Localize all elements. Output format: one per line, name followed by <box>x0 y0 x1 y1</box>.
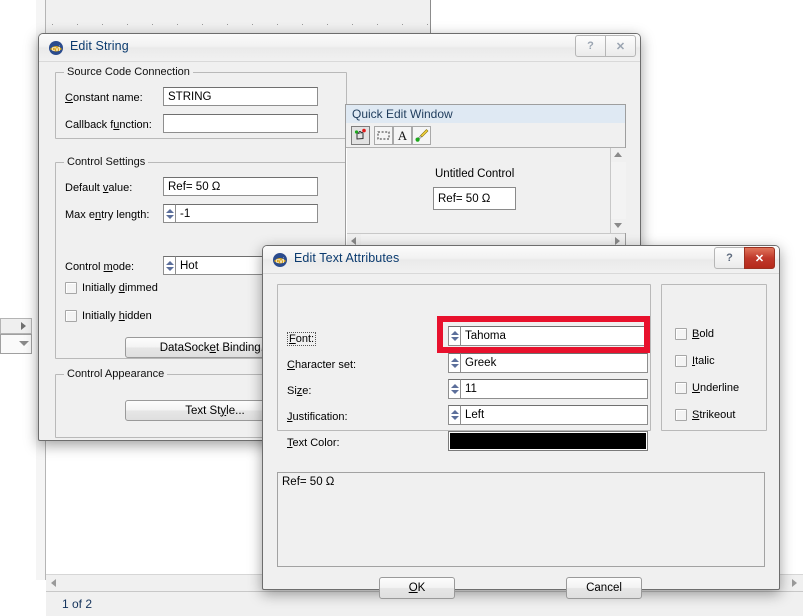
edit-string-titlebar[interactable]: cvi Edit String ? ✕ <box>39 34 640 62</box>
quick-edit-window[interactable]: Quick Edit Window A Untitled Control Ref… <box>345 104 626 252</box>
underline-checkbox[interactable]: Underline <box>675 382 739 394</box>
control-mode-label: Control mode: <box>65 261 135 273</box>
italic-label: Italic <box>692 355 715 367</box>
cvi-app-icon: cvi <box>272 252 288 268</box>
edit-string-title: Edit String <box>70 39 129 53</box>
italic-checkbox[interactable]: Italic <box>675 355 715 367</box>
checkbox-box <box>65 282 77 294</box>
constant-name-label: Constant name: <box>65 92 143 104</box>
size-label: Size: <box>287 385 312 397</box>
initially-dimmed-checkbox[interactable]: Initially dimmed <box>65 282 158 294</box>
status-bar-text: 1 of 2 <box>62 597 93 611</box>
untitled-control-label: Untitled Control <box>435 168 515 180</box>
edit-string-title-buttons[interactable]: ? ✕ <box>575 35 636 57</box>
cancel-label: Cancel <box>586 582 622 594</box>
cancel-button[interactable]: Cancel <box>566 577 642 599</box>
mini-toolbar-top[interactable] <box>0 318 32 334</box>
callback-function-input[interactable] <box>163 114 318 133</box>
close-button[interactable]: ✕ <box>744 247 775 269</box>
strikeout-checkbox[interactable]: Strikeout <box>675 409 735 421</box>
ui-designer-canvas-top[interactable] <box>45 0 430 33</box>
quick-edit-vertical-scrollbar[interactable] <box>610 148 626 233</box>
size-input[interactable]: 11 <box>460 379 648 399</box>
text-preview-box: Ref= 50 Ω <box>277 472 765 567</box>
default-value-label: Default value: <box>65 182 133 194</box>
edit-text-attributes-titlebar[interactable]: cvi Edit Text Attributes ? ✕ <box>263 246 779 274</box>
control-appearance-title: Control Appearance <box>64 368 168 380</box>
justification-input[interactable]: Left <box>460 405 648 425</box>
edit-text-attributes-title-buttons[interactable]: ? ✕ <box>714 247 775 269</box>
character-set-spinner[interactable] <box>448 353 460 373</box>
edit-text-attributes-dialog[interactable]: cvi Edit Text Attributes ? ✕ Font: Tahom… <box>262 245 780 599</box>
svg-text:cvi: cvi <box>52 46 61 53</box>
datasocket-binding-label: DataSocket Binding... <box>159 341 271 354</box>
control-mode-spinner[interactable] <box>163 256 175 275</box>
callback-function-label: Callback function: <box>65 119 152 131</box>
initially-dimmed-label: Initially dimmed <box>82 282 158 294</box>
quick-edit-canvas[interactable]: Untitled Control Ref= 50 Ω <box>347 148 610 233</box>
text-color-swatch[interactable] <box>448 431 648 451</box>
constant-name-input[interactable]: STRING <box>163 87 318 106</box>
character-set-input[interactable]: Greek <box>460 353 648 373</box>
justification-spinner[interactable] <box>448 405 460 425</box>
initially-hidden-label: Initially hidden <box>82 310 152 322</box>
mini-toolbar-bottom[interactable] <box>0 334 32 354</box>
help-button[interactable]: ? <box>714 247 745 269</box>
strikeout-label: Strikeout <box>692 409 736 421</box>
scroll-up-button[interactable] <box>611 148 626 162</box>
justification-label: Justification: <box>287 411 348 423</box>
control-settings-title: Control Settings <box>64 156 149 168</box>
edit-text-attributes-title: Edit Text Attributes <box>294 251 400 265</box>
max-entry-length-spinner[interactable] <box>163 204 175 223</box>
operate-hand-icon[interactable] <box>351 126 370 145</box>
max-entry-length-label: Max entry length: <box>65 209 150 221</box>
text-color-label: Text Color: <box>287 437 340 449</box>
checkbox-box <box>675 355 687 367</box>
svg-text:cvi: cvi <box>276 258 285 265</box>
left-panel-white <box>28 0 36 580</box>
quick-edit-toolbar[interactable]: A <box>346 123 625 148</box>
checkbox-box <box>675 382 687 394</box>
close-button[interactable]: ✕ <box>605 35 636 57</box>
font-input[interactable]: Tahoma <box>460 326 648 346</box>
max-entry-length-input[interactable]: -1 <box>175 204 318 223</box>
checkbox-box <box>65 310 77 322</box>
help-button[interactable]: ? <box>575 35 606 57</box>
initially-hidden-checkbox[interactable]: Initially hidden <box>65 310 152 322</box>
scroll-left-button[interactable] <box>46 575 63 592</box>
quick-edit-window-header: Quick Edit Window <box>346 105 625 124</box>
bold-label: Bold <box>692 328 715 340</box>
size-spinner[interactable] <box>448 379 460 399</box>
untitled-control-value[interactable]: Ref= 50 Ω <box>433 187 516 210</box>
checkbox-box <box>675 409 687 421</box>
font-label: Font: <box>287 332 317 346</box>
color-brush-icon[interactable] <box>412 126 431 145</box>
checkbox-box <box>675 328 687 340</box>
scroll-down-button[interactable] <box>611 219 626 233</box>
text-style-label: Text Style... <box>185 404 245 417</box>
bold-checkbox[interactable]: Bold <box>675 328 714 340</box>
ok-label: OK <box>408 582 426 594</box>
source-code-connection-title: Source Code Connection <box>64 66 193 78</box>
default-value-input[interactable]: Ref= 50 Ω <box>163 177 318 196</box>
character-set-label: Character set: <box>287 359 357 371</box>
scroll-right-button[interactable] <box>786 575 803 592</box>
underline-label: Underline <box>692 382 740 394</box>
text-tool-icon[interactable]: A <box>393 126 412 145</box>
ok-button[interactable]: OK <box>379 577 455 599</box>
cvi-app-icon: cvi <box>48 40 64 56</box>
select-rect-icon[interactable] <box>374 126 393 145</box>
font-spinner[interactable] <box>448 326 460 346</box>
